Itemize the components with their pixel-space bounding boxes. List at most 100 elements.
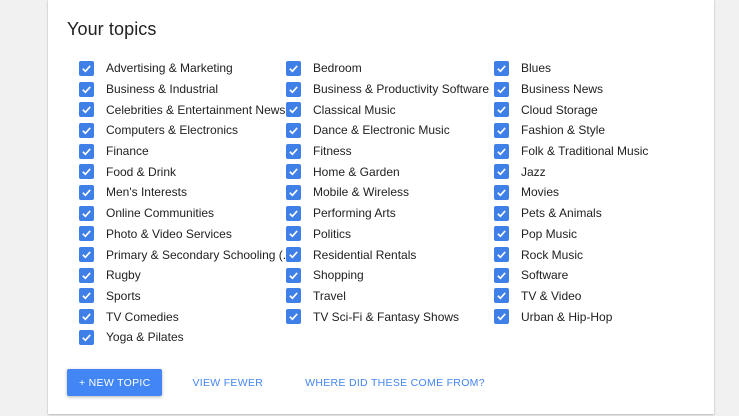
topic-item[interactable]: Primary & Secondary Schooling (... [79, 244, 293, 265]
topic-item[interactable]: Business & Productivity Software [286, 79, 489, 100]
topic-checkbox[interactable] [79, 143, 94, 159]
topic-item[interactable]: Travel [286, 286, 489, 307]
topic-label: Home & Garden [313, 164, 400, 179]
topic-checkbox[interactable] [79, 102, 94, 118]
topic-item[interactable]: Online Communities [79, 203, 293, 224]
topic-checkbox[interactable] [494, 143, 509, 159]
topic-checkbox[interactable] [286, 81, 301, 97]
topic-item[interactable]: Folk & Traditional Music [494, 141, 648, 162]
topic-checkbox[interactable] [494, 226, 509, 242]
topic-checkbox[interactable] [286, 60, 301, 76]
topic-item[interactable]: Food & Drink [79, 161, 293, 182]
topic-checkbox[interactable] [494, 247, 509, 263]
topic-item[interactable]: TV & Video [494, 286, 648, 307]
topic-item[interactable]: Fashion & Style [494, 120, 648, 141]
topic-item[interactable]: Men's Interests [79, 182, 293, 203]
checkmark-icon [289, 147, 298, 156]
topic-checkbox[interactable] [79, 309, 94, 325]
topic-checkbox[interactable] [79, 226, 94, 242]
checkmark-icon [82, 106, 91, 114]
topic-checkbox[interactable] [79, 205, 94, 221]
topic-item[interactable]: Movies [494, 182, 648, 203]
checkmark-icon [82, 127, 91, 135]
topic-item[interactable]: Home & Garden [286, 161, 489, 182]
topic-item[interactable]: TV Sci-Fi & Fantasy Shows [286, 306, 489, 327]
topic-checkbox[interactable] [286, 247, 301, 263]
topic-item[interactable]: Performing Arts [286, 203, 489, 224]
topic-item[interactable]: Business News [494, 79, 648, 100]
topic-item[interactable]: Software [494, 265, 648, 286]
topic-label: Rock Music [521, 247, 584, 262]
where-from-link[interactable]: WHERE DID THESE COME FROM? [305, 377, 485, 389]
checkmark-icon [289, 65, 298, 73]
topics-column-1: Advertising & Marketing Business & Indus… [79, 58, 293, 348]
topic-checkbox[interactable] [286, 267, 301, 283]
topic-checkbox[interactable] [494, 309, 509, 325]
topic-checkbox[interactable] [286, 164, 301, 180]
topic-item[interactable]: Finance [79, 141, 293, 162]
topic-item[interactable]: Mobile & Wireless [286, 182, 489, 203]
topic-item[interactable]: Residential Rentals [286, 244, 489, 265]
topic-checkbox[interactable] [286, 309, 301, 325]
topic-checkbox[interactable] [494, 205, 509, 221]
topic-checkbox[interactable] [79, 184, 94, 200]
topic-label: Food & Drink [106, 164, 177, 179]
topic-checkbox[interactable] [494, 267, 509, 283]
topic-checkbox[interactable] [286, 205, 301, 221]
topic-label: Finance [106, 144, 149, 159]
topic-checkbox[interactable] [494, 122, 509, 138]
topic-checkbox[interactable] [494, 60, 509, 76]
topic-checkbox[interactable] [286, 143, 301, 159]
topic-checkbox[interactable] [494, 102, 509, 118]
topic-checkbox[interactable] [494, 164, 509, 180]
topic-label: Movies [521, 185, 560, 200]
topic-item[interactable]: Rock Music [494, 244, 648, 265]
topic-item[interactable]: Classical Music [286, 99, 489, 120]
topic-checkbox[interactable] [79, 267, 94, 283]
topic-checkbox[interactable] [79, 288, 94, 304]
topic-item[interactable]: TV Comedies [79, 306, 293, 327]
topic-checkbox[interactable] [79, 122, 94, 138]
topic-checkbox[interactable] [79, 81, 94, 97]
topic-label: Business News [521, 82, 604, 97]
topic-item[interactable]: Advertising & Marketing [79, 58, 293, 79]
topic-checkbox[interactable] [494, 288, 509, 304]
topic-item[interactable]: Photo & Video Services [79, 224, 293, 245]
topic-item[interactable]: Sports [79, 286, 293, 307]
topic-item[interactable]: Blues [494, 58, 648, 79]
checkmark-icon [289, 313, 298, 321]
topic-checkbox[interactable] [286, 102, 301, 118]
topic-checkbox[interactable] [79, 247, 94, 263]
topic-item[interactable]: Dance & Electronic Music [286, 120, 489, 141]
checkmark-icon [497, 210, 506, 218]
topic-item[interactable]: Celebrities & Entertainment News [79, 99, 293, 120]
topic-item[interactable]: Fitness [286, 141, 489, 162]
view-fewer-link[interactable]: VIEW FEWER [192, 377, 263, 389]
topic-item[interactable]: Rugby [79, 265, 293, 286]
checkmark-icon [82, 210, 91, 218]
topic-item[interactable]: Jazz [494, 161, 648, 182]
topic-label: Residential Rentals [313, 247, 417, 262]
topic-label: Urban & Hip-Hop [521, 309, 613, 324]
topic-item[interactable]: Yoga & Pilates [79, 327, 293, 348]
topic-item[interactable]: Bedroom [286, 58, 489, 79]
topic-checkbox[interactable] [79, 60, 94, 76]
topic-checkbox[interactable] [79, 164, 94, 180]
topic-item[interactable]: Politics [286, 224, 489, 245]
topic-item[interactable]: Pets & Animals [494, 203, 648, 224]
new-topic-button[interactable]: + NEW TOPIC [67, 369, 163, 396]
topic-item[interactable]: Pop Music [494, 224, 648, 245]
topic-checkbox[interactable] [286, 122, 301, 138]
topic-checkbox[interactable] [79, 329, 94, 345]
topic-item[interactable]: Urban & Hip-Hop [494, 306, 648, 327]
topic-checkbox[interactable] [494, 81, 509, 97]
topic-item[interactable]: Cloud Storage [494, 99, 648, 120]
topic-checkbox[interactable] [286, 184, 301, 200]
topic-checkbox[interactable] [286, 226, 301, 242]
topic-checkbox[interactable] [494, 184, 509, 200]
topic-item[interactable]: Computers & Electronics [79, 120, 293, 141]
topic-checkbox[interactable] [286, 288, 301, 304]
topic-item[interactable]: Business & Industrial [79, 79, 293, 100]
topic-item[interactable]: Shopping [286, 265, 489, 286]
checkmark-icon [289, 292, 298, 300]
